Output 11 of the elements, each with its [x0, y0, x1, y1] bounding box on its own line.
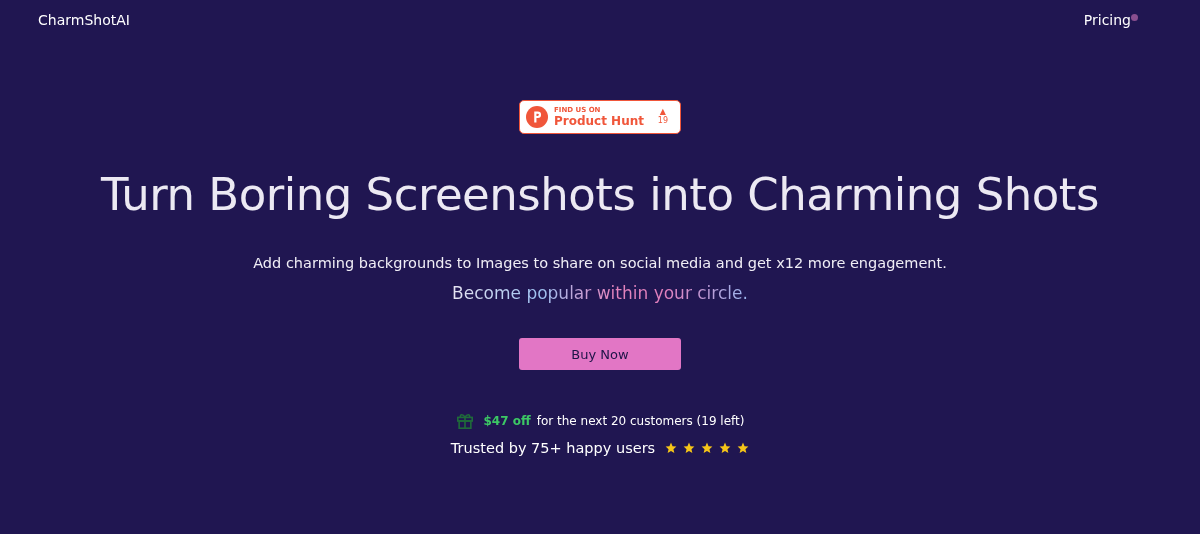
offer-text: for the next 20 customers (19 left) [536, 414, 745, 428]
p-logo-icon [526, 106, 548, 128]
gift-icon [455, 412, 474, 430]
headline: Turn Boring Screenshots into Charming Shots [101, 168, 1099, 221]
pricing-link[interactable]: Pricing [1083, 12, 1131, 28]
discount-amount: $47 off [483, 414, 531, 428]
subtitle: Add charming backgrounds to Images to share on social media and get x12 more engagement. [253, 255, 947, 271]
tagline: Become popular within your circle. [452, 283, 748, 303]
logo[interactable]: CharmShotAI [38, 12, 130, 28]
buy-now-button[interactable]: Buy Now [519, 338, 681, 370]
trust-text: Trusted by 75+ happy users [450, 440, 656, 456]
